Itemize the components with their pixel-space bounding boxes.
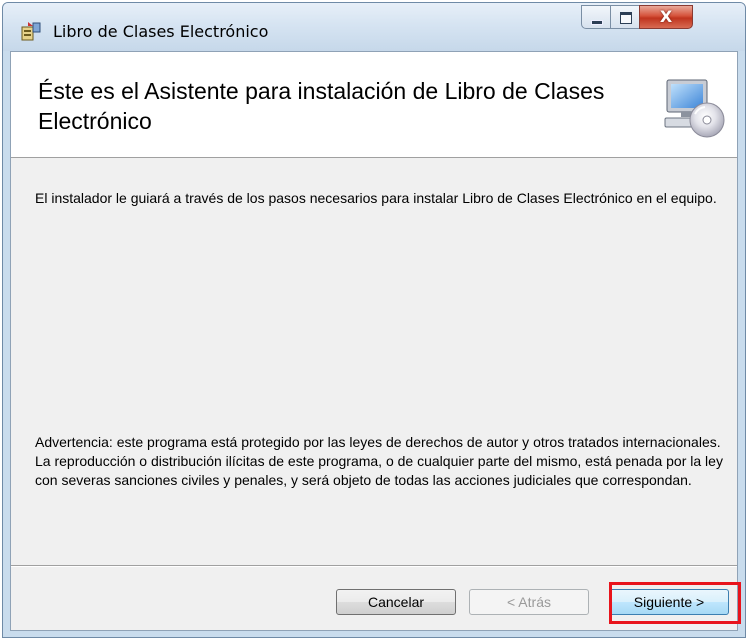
window-title: Libro de Clases Electrónico <box>53 22 269 41</box>
close-button[interactable]: X <box>639 5 693 29</box>
next-button-highlight <box>609 582 741 624</box>
minimize-button[interactable] <box>581 5 611 29</box>
installer-icon <box>21 22 41 41</box>
copyright-warning: Advertencia: este programa está protegid… <box>35 434 723 488</box>
cancel-button[interactable]: Cancelar <box>336 589 456 615</box>
maximize-button[interactable] <box>610 5 640 29</box>
page-title: Éste es el Asistente para instalación de… <box>38 78 605 134</box>
title-bar[interactable]: Libro de Clases Electrónico X <box>3 3 745 51</box>
installer-window: Libro de Clases Electrónico X Éste es el… <box>2 2 746 638</box>
maximize-icon <box>620 12 632 24</box>
footer-divider <box>11 565 737 567</box>
back-button[interactable]: < Atrás <box>469 589 589 615</box>
intro-text: El instalador le guiará a través de los … <box>35 190 717 206</box>
minimize-icon <box>591 20 603 25</box>
close-icon: X <box>659 7 673 26</box>
computer-cd-icon <box>664 79 725 138</box>
wizard-header: Éste es el Asistente para instalación de… <box>11 52 737 158</box>
wizard-client-area: Éste es el Asistente para instalación de… <box>10 51 741 631</box>
